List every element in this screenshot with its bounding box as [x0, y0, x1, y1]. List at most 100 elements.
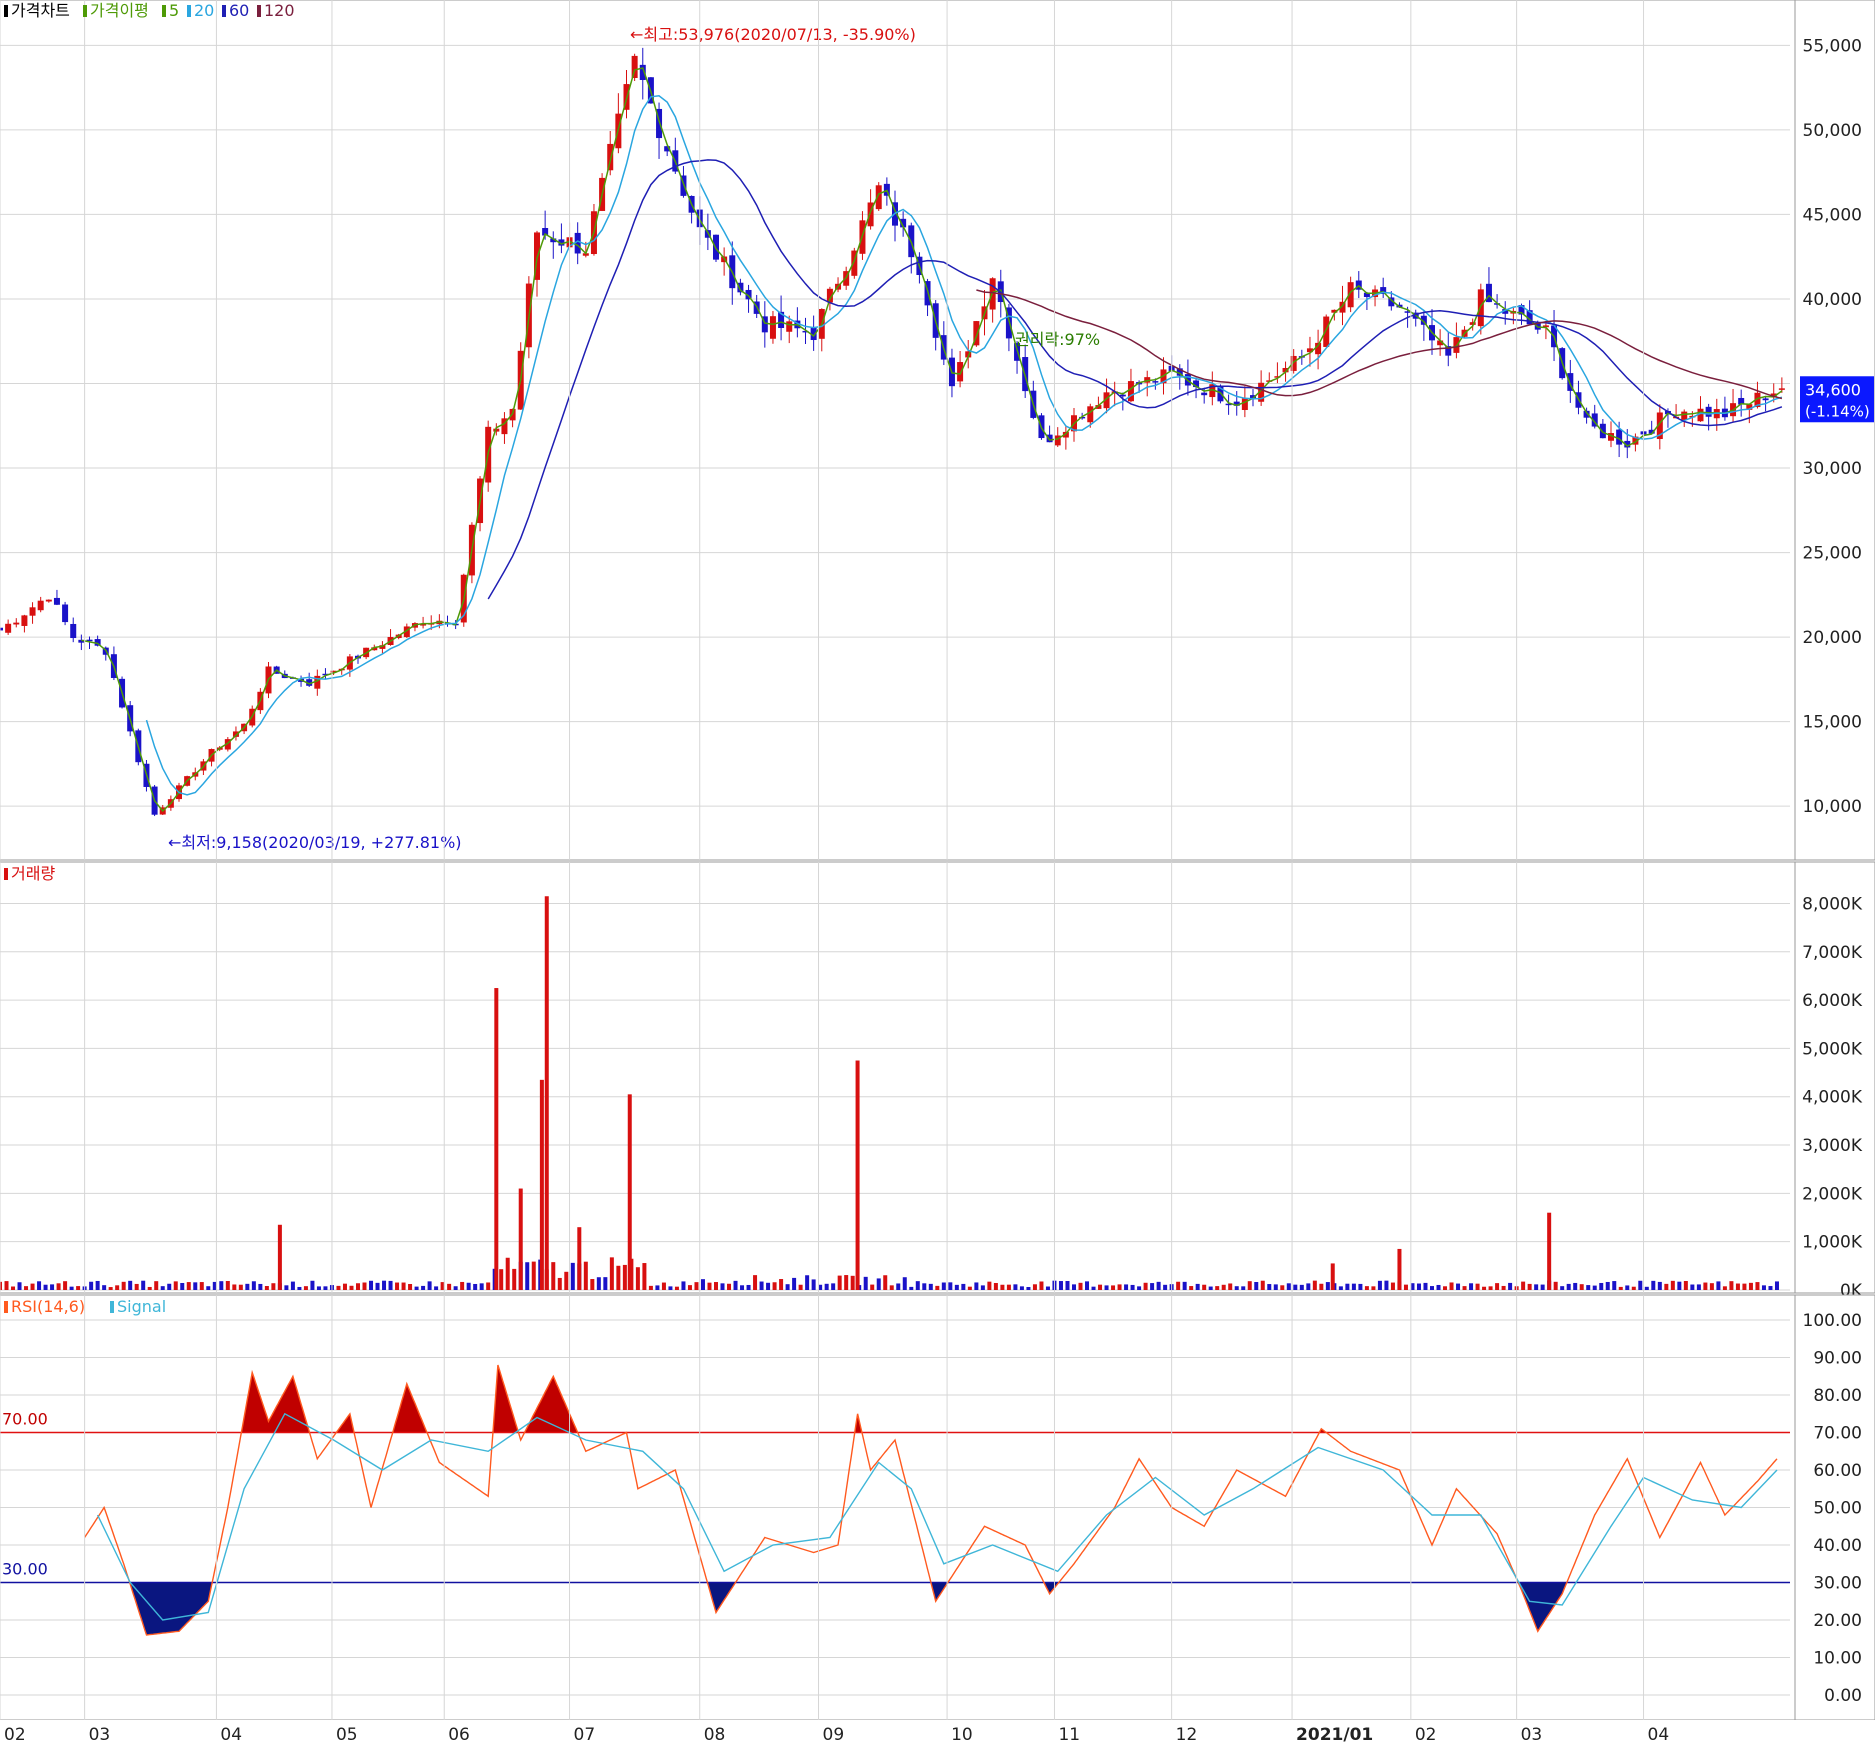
rsi-level-70-label: 70.00 [2, 1410, 48, 1429]
legend-marker [4, 5, 8, 17]
volume-bar [1449, 1282, 1454, 1290]
candle-body [37, 600, 44, 611]
volume-bar [1319, 1283, 1324, 1290]
volume-bar [1664, 1283, 1669, 1290]
x-tick-label: 02 [4, 1725, 26, 1745]
volume-bar [1377, 1280, 1382, 1290]
volume-bar [557, 1277, 562, 1290]
volume-bar [1280, 1285, 1285, 1290]
volume-bar [1390, 1282, 1395, 1290]
volume-bar [427, 1281, 432, 1290]
volume-tick-label: 2,000K [1802, 1184, 1863, 1204]
volume-spike-bar [494, 988, 499, 1290]
volume-bar [499, 1269, 504, 1290]
volume-bar [349, 1285, 354, 1290]
volume-bar [909, 1286, 914, 1290]
volume-bar [1462, 1286, 1467, 1290]
candle-body [1241, 398, 1248, 410]
volume-bar [271, 1283, 276, 1290]
x-axis-band [0, 1720, 1875, 1745]
volume-spike-bar [855, 1060, 860, 1290]
volume-bar [1690, 1284, 1695, 1290]
candle-body [29, 607, 36, 616]
rsi-tick-label: 10.00 [1813, 1649, 1862, 1669]
volume-bar [525, 1262, 530, 1290]
volume-bar [238, 1284, 243, 1290]
rights-annotation: 권리락:97% [1015, 330, 1100, 349]
volume-bar [766, 1282, 771, 1290]
volume-bar [1345, 1283, 1350, 1290]
price-panel: 55,00050,00045,00040,00035,00030,00025,0… [0, 0, 1875, 861]
rsi-tick-label: 60.00 [1813, 1461, 1862, 1481]
volume-bar [753, 1275, 758, 1290]
volume-bar [1247, 1281, 1252, 1290]
volume-bar [1032, 1284, 1037, 1290]
volume-bar [831, 1283, 836, 1290]
volume-bar [1208, 1286, 1213, 1290]
volume-bar [1045, 1286, 1050, 1290]
x-tick-label: 10 [951, 1725, 973, 1745]
rsi-tick-label: 90.00 [1813, 1349, 1862, 1369]
volume-bar [1709, 1283, 1714, 1290]
volume-bar [1748, 1282, 1753, 1290]
x-tick-label: 04 [220, 1725, 242, 1745]
volume-bar [792, 1277, 797, 1290]
volume-bar [63, 1281, 68, 1290]
volume-bar [382, 1280, 387, 1290]
volume-bar [1469, 1283, 1474, 1290]
volume-bar [245, 1283, 250, 1290]
volume-bar [1130, 1284, 1135, 1290]
volume-bar [961, 1283, 966, 1290]
legend-marker [162, 5, 166, 17]
volume-bar [1638, 1280, 1643, 1290]
volume-bar [635, 1267, 640, 1290]
volume-bar [1267, 1284, 1272, 1290]
volume-spike-bar [1547, 1212, 1552, 1290]
price-tick-label: 50,000 [1803, 121, 1862, 141]
volume-bar [395, 1282, 400, 1290]
volume-spike-bar [518, 1188, 523, 1290]
volume-bar [193, 1282, 198, 1290]
volume-bar [1742, 1283, 1747, 1290]
volume-bar [1644, 1286, 1649, 1290]
volume-bar [720, 1283, 725, 1290]
volume-bar [1039, 1281, 1044, 1290]
volume-bar [1618, 1286, 1623, 1290]
volume-bar [297, 1286, 302, 1290]
low-annotation: ←최저:9,158(2020/03/19, +277.81%) [168, 833, 462, 852]
volume-bar [1501, 1285, 1506, 1290]
volume-tick-label: 5,000K [1802, 1039, 1863, 1059]
volume-bar [590, 1279, 595, 1290]
volume-bar [1163, 1284, 1168, 1290]
x-tick-label: 08 [704, 1725, 726, 1745]
volume-spike-bar [544, 896, 549, 1290]
volume-bar [596, 1277, 601, 1290]
volume-bar [785, 1284, 790, 1290]
volume-spike-bar [1397, 1248, 1402, 1290]
volume-bar [154, 1281, 159, 1290]
last-price: 34,600 [1805, 380, 1861, 399]
volume-bar [655, 1285, 660, 1290]
volume-bar [1670, 1280, 1675, 1290]
price-tick-label: 30,000 [1803, 459, 1862, 479]
price-tick-label: 20,000 [1803, 628, 1862, 648]
price-tick-label: 10,000 [1803, 797, 1862, 817]
volume-bar [622, 1264, 627, 1290]
rsi-legend-label: RSI(14,6) [11, 1297, 85, 1316]
x-tick-label: 03 [89, 1725, 111, 1745]
volume-bar [43, 1284, 48, 1290]
legend-marker [187, 5, 191, 17]
volume-bar [889, 1285, 894, 1290]
volume-bar [1026, 1287, 1031, 1290]
rsi-level-30-label: 30.00 [2, 1560, 48, 1579]
volume-bar [108, 1287, 113, 1290]
volume-bar [1416, 1283, 1421, 1290]
volume-bar [11, 1286, 16, 1290]
volume-bar [902, 1277, 907, 1290]
candle-body [1127, 381, 1134, 402]
candle-body [1762, 398, 1769, 401]
volume-bar [870, 1284, 875, 1290]
volume-bar [219, 1281, 224, 1290]
volume-bar [434, 1286, 439, 1290]
candle-body [1681, 411, 1688, 420]
